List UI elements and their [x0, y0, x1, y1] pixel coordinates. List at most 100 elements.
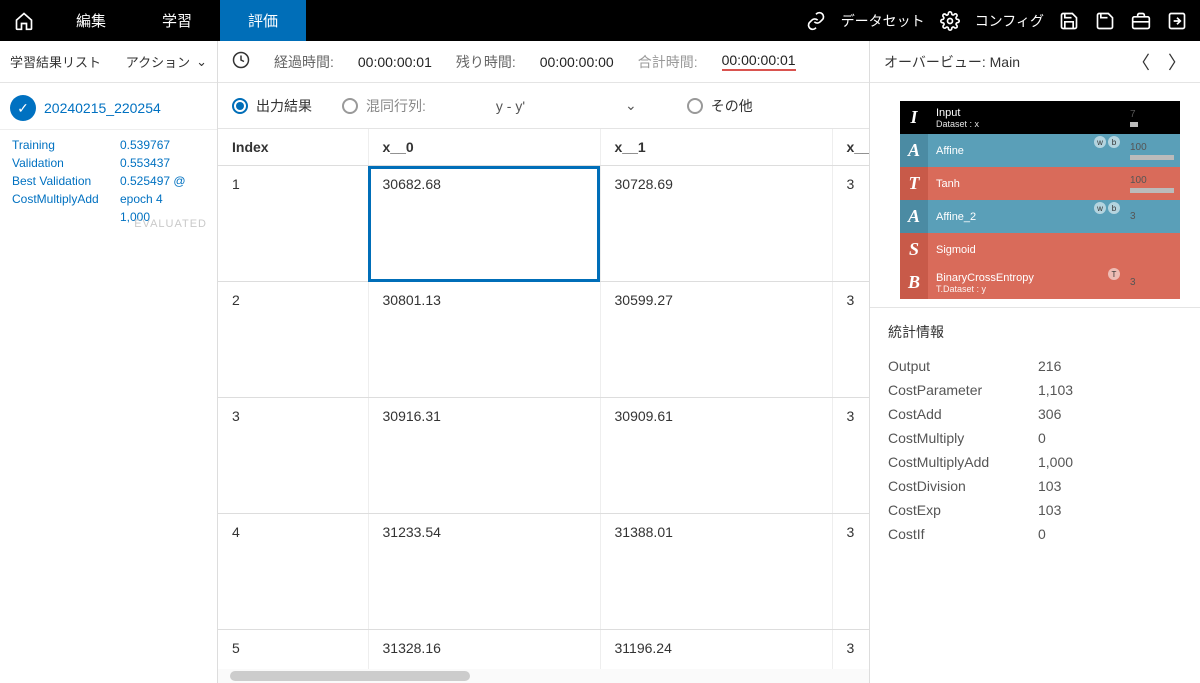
view-other[interactable]: その他 — [687, 96, 753, 116]
nav-train[interactable]: 学習 — [134, 0, 220, 41]
metric-key: CostMultiplyAdd — [12, 190, 120, 208]
table-cell[interactable]: 30801.13 — [368, 282, 600, 398]
prev-arrow-icon[interactable]: 〈 — [1132, 49, 1150, 75]
table-cell[interactable]: 30909.61 — [600, 398, 832, 514]
gear-icon[interactable] — [939, 10, 961, 32]
layer-badge: I — [900, 101, 928, 134]
result-metrics: Training0.539767 Validation0.553437 Best… — [0, 130, 217, 238]
layer-body: Affinewb — [928, 134, 1124, 167]
stat-val: 103 — [1038, 478, 1061, 494]
table-cell[interactable]: 30916.31 — [368, 398, 600, 514]
action-dropdown[interactable]: アクション ⌄ — [126, 52, 207, 71]
nav-edit[interactable]: 編集 — [48, 0, 134, 41]
save-icon[interactable] — [1058, 10, 1080, 32]
stat-key: Output — [888, 358, 1038, 374]
nav-eval[interactable]: 評価 — [220, 0, 306, 41]
layer-affine_2[interactable]: AAffine_2wb3 — [900, 200, 1180, 233]
layer-name: Input — [936, 107, 1116, 119]
metric-val: 0.539767 — [120, 136, 170, 154]
dataset-label[interactable]: データセット — [841, 11, 925, 31]
layer-binarycrossentropy[interactable]: BBinaryCrossEntropyT.Dataset : yT3 — [900, 266, 1180, 299]
metric-key: Validation — [12, 154, 120, 172]
table-cell[interactable]: 1 — [218, 166, 368, 282]
stat-row: CostParameter1,103 — [888, 378, 1182, 402]
layer-sigmoid[interactable]: SSigmoid — [900, 233, 1180, 266]
layer-name: Affine_2 — [936, 211, 1116, 223]
col-header[interactable]: x__2 — [832, 129, 869, 166]
table-cell[interactable]: 30599.27 — [600, 282, 832, 398]
total-value: 00:00:00:01 — [722, 52, 796, 71]
layer-sub: T.Dataset : y — [936, 284, 1116, 294]
table-cell[interactable]: 3 — [832, 514, 869, 630]
stat-row: CostAdd306 — [888, 402, 1182, 426]
topbar-right: データセット コンフィグ — [805, 0, 1200, 41]
table-cell[interactable]: 3 — [832, 630, 869, 670]
stat-key: CostParameter — [888, 382, 1038, 398]
network-graph: IInputDataset : x7AAffinewb100TTanh100AA… — [870, 83, 1200, 307]
table-cell[interactable]: 3 — [832, 166, 869, 282]
topnav: 編集 学習 評価 — [0, 0, 306, 41]
stat-val: 0 — [1038, 526, 1046, 542]
output-table: Indexx__0x__1x__2 130682.6830728.6932308… — [218, 129, 869, 683]
table-cell[interactable]: 4 — [218, 514, 368, 630]
home-button[interactable] — [0, 0, 48, 41]
col-header[interactable]: x__0 — [368, 129, 600, 166]
layer-body: Affine_2wb — [928, 200, 1124, 233]
layer-name: Affine — [936, 145, 1116, 157]
scrollbar-thumb[interactable] — [230, 671, 470, 681]
layer-input[interactable]: IInputDataset : x7 — [900, 101, 1180, 134]
layer-side: 3 — [1124, 266, 1180, 299]
stat-key: CostMultiplyAdd — [888, 454, 1038, 470]
table-cell[interactable]: 3 — [832, 398, 869, 514]
table-row: 531328.1631196.243 — [218, 630, 869, 670]
confusion-dropdown[interactable]: y - y' ⌄ — [496, 97, 637, 114]
action-label: アクション — [126, 52, 190, 71]
chevron-down-icon: ⌄ — [625, 97, 637, 114]
table-cell[interactable]: 31388.01 — [600, 514, 832, 630]
table-cell[interactable]: 5 — [218, 630, 368, 670]
results-list-title: 学習結果リスト — [10, 52, 101, 71]
center-panel: 経過時間: 00:00:00:01 残り時間: 00:00:00:00 合計時間… — [218, 41, 870, 683]
toolbox-icon[interactable] — [1130, 10, 1152, 32]
metric-val: 0.525497 @ — [120, 172, 186, 190]
next-arrow-icon[interactable]: 〉 — [1168, 49, 1186, 75]
stat-row: CostMultiplyAdd1,000 — [888, 450, 1182, 474]
radio-icon — [687, 98, 703, 114]
view-confusion[interactable]: 混同行列: — [342, 96, 426, 116]
metric-val: 0.553437 — [120, 154, 170, 172]
stat-val: 306 — [1038, 406, 1061, 422]
table-cell[interactable]: 3 — [832, 282, 869, 398]
view-bar: 出力結果 混同行列: y - y' ⌄ その他 — [218, 83, 869, 129]
layer-side: 100 — [1124, 134, 1180, 167]
stats-title: 統計情報 — [888, 322, 1182, 342]
stat-key: CostAdd — [888, 406, 1038, 422]
metric-val: epoch 4 — [120, 190, 163, 208]
table-cell[interactable]: 3 — [218, 398, 368, 514]
stat-row: CostExp103 — [888, 498, 1182, 522]
horizontal-scrollbar[interactable] — [218, 669, 869, 683]
elapsed-value: 00:00:00:01 — [358, 54, 432, 70]
link-icon[interactable] — [805, 10, 827, 32]
layer-affine[interactable]: AAffinewb100 — [900, 134, 1180, 167]
table-cell[interactable]: 31196.24 — [600, 630, 832, 670]
layer-body: InputDataset : x — [928, 101, 1124, 134]
table-cell[interactable]: 30682.68 — [368, 166, 600, 282]
view-output[interactable]: 出力結果 — [232, 96, 312, 116]
table-cell[interactable]: 31328.16 — [368, 630, 600, 670]
result-item[interactable]: ✓ 20240215_220254 — [0, 83, 217, 130]
remain-label: 残り時間: — [456, 52, 516, 72]
config-label[interactable]: コンフィグ — [975, 11, 1044, 31]
chevron-down-icon: ⌄ — [196, 54, 207, 70]
col-header[interactable]: x__1 — [600, 129, 832, 166]
stat-row: CostMultiply0 — [888, 426, 1182, 450]
save-as-icon[interactable] — [1094, 10, 1116, 32]
layer-name: BinaryCrossEntropy — [936, 272, 1116, 284]
table-cell[interactable]: 31233.54 — [368, 514, 600, 630]
table-cell[interactable]: 2 — [218, 282, 368, 398]
table-cell[interactable]: 30728.69 — [600, 166, 832, 282]
col-header[interactable]: Index — [218, 129, 368, 166]
export-icon[interactable] — [1166, 10, 1188, 32]
layer-tanh[interactable]: TTanh100 — [900, 167, 1180, 200]
dd-label: y - y' — [496, 98, 525, 114]
layer-wb: wb — [1094, 202, 1120, 214]
